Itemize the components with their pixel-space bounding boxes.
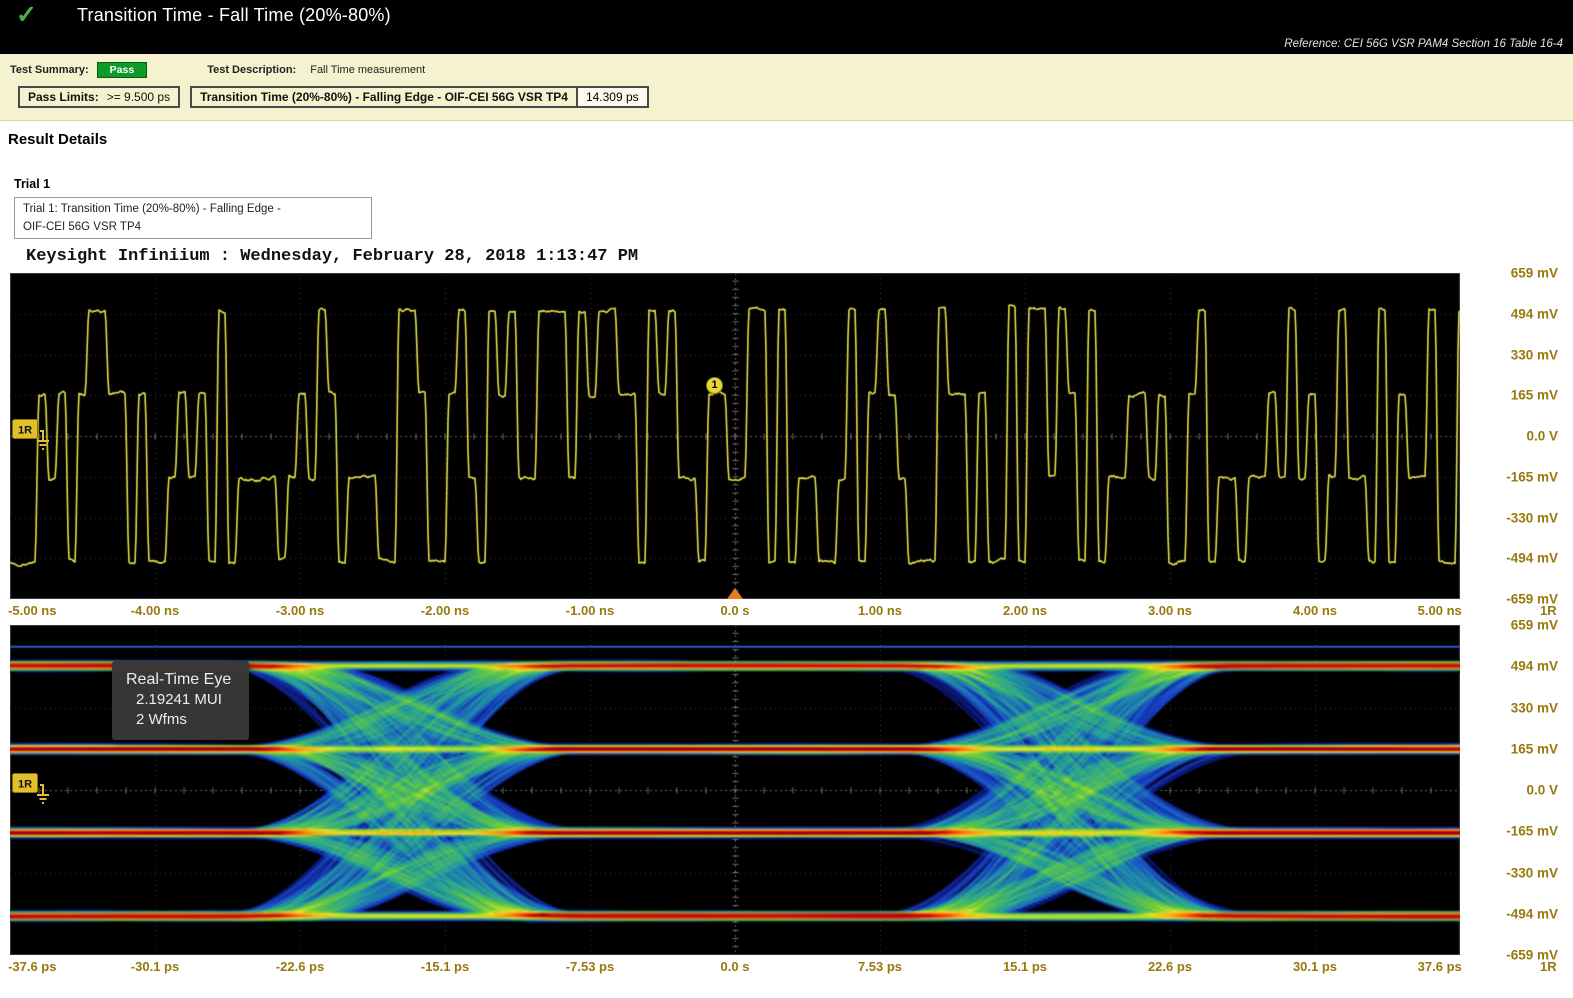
y-tick-label: 494 mV	[1511, 306, 1558, 321]
eye-y-axis: 659 mV494 mV330 mV165 mV0.0 V-165 mV-330…	[1460, 625, 1572, 955]
x-tick-label: 37.6 ps	[1418, 959, 1462, 974]
y-tick-label: 165 mV	[1511, 741, 1558, 756]
y-tick-label: -330 mV	[1506, 510, 1558, 525]
x-tick-label: 30.1 ps	[1293, 959, 1337, 974]
measurement-label: Transition Time (20%-80%) - Falling Edge…	[192, 88, 576, 106]
scope-screenshot-title: Keysight Infiniium : Wednesday, February…	[26, 247, 1573, 269]
eye-plot-area[interactable]: 1R Real-Time Eye 2.19241 MUI 2 Wfms	[10, 625, 1460, 955]
eye-tooltip-mui: 2.19241 MUI	[126, 690, 231, 710]
x-tick-label: 7.53 ps	[858, 959, 902, 974]
waveform-y-axis: 659 mV494 mV330 mV165 mV0.0 V-165 mV-330…	[1460, 273, 1572, 599]
summary-row-1: Test Summary: Pass Test Description: Fal…	[10, 62, 1563, 78]
x-tick-label: 4.00 ns	[1293, 603, 1337, 618]
pass-check-icon: ✓	[16, 0, 37, 30]
trigger-time-icon	[727, 588, 743, 599]
summary-row-2: Pass Limits: >= 9.500 ps Transition Time…	[18, 86, 1563, 108]
pass-limits-label: Pass Limits:	[28, 90, 99, 104]
x-tick-label: -7.53 ps	[566, 959, 614, 974]
ground-icon	[37, 785, 49, 803]
waveform-panel: 1R 1 659 mV494 mV330 mV165 mV0.0 V-165 m…	[10, 273, 1460, 625]
x-tick-label: 3.00 ns	[1148, 603, 1192, 618]
measurement-value: 14.309 ps	[576, 88, 647, 106]
reference-text: Reference: CEI 56G VSR PAM4 Section 16 T…	[1284, 38, 1563, 50]
x-tick-label: 2.00 ns	[1003, 603, 1047, 618]
trial-label-line2: OIF-CEI 56G VSR TP4	[23, 219, 361, 237]
pass-limits-box: Pass Limits: >= 9.500 ps	[18, 86, 180, 108]
measurement-box: Transition Time (20%-80%) - Falling Edge…	[190, 86, 649, 108]
x-tick-label: 22.6 ps	[1148, 959, 1192, 974]
waveform-canvas	[10, 273, 1460, 599]
waveform-plot-area[interactable]: 1R 1	[10, 273, 1460, 599]
waveform-marker-1: 1	[706, 377, 723, 394]
y-tick-label: -494 mV	[1506, 551, 1558, 566]
x-tick-label: -2.00 ns	[421, 603, 469, 618]
trial-label-box: Trial 1: Transition Time (20%-80%) - Fal…	[14, 197, 372, 239]
pass-limits-value: >= 9.500 ps	[107, 90, 170, 104]
y-tick-label: 0.0 V	[1526, 429, 1558, 444]
eye-tooltip-title: Real-Time Eye	[126, 669, 231, 690]
svg-text:1R: 1R	[18, 425, 32, 437]
header-bar: ✓ Transition Time - Fall Time (20%-80%) …	[0, 0, 1573, 54]
x-tick-label: -3.00 ns	[276, 603, 324, 618]
eye-x-axis-channel: 1R	[1540, 959, 1557, 974]
y-tick-label: 330 mV	[1511, 700, 1558, 715]
eye-tooltip-wfms: 2 Wfms	[126, 710, 231, 730]
eye-x-axis: 1R -37.6 ps-30.1 ps-22.6 ps-15.1 ps-7.53…	[10, 955, 1460, 981]
y-tick-label: 494 mV	[1511, 659, 1558, 674]
x-tick-label: -30.1 ps	[131, 959, 179, 974]
y-tick-label: 330 mV	[1511, 347, 1558, 362]
y-tick-label: -165 mV	[1506, 824, 1558, 839]
pass-badge: Pass	[97, 62, 148, 78]
x-tick-label: -5.00 ns	[8, 603, 56, 618]
page-title: Transition Time - Fall Time (20%-80%)	[77, 5, 391, 26]
x-tick-label: -15.1 ps	[421, 959, 469, 974]
x-tick-label: -4.00 ns	[131, 603, 179, 618]
test-summary-label: Test Summary:	[10, 64, 89, 76]
y-tick-label: -494 mV	[1506, 906, 1558, 921]
y-tick-label: -165 mV	[1506, 469, 1558, 484]
test-summary-band: Test Summary: Pass Test Description: Fal…	[0, 54, 1573, 121]
result-details-heading: Result Details	[8, 131, 1573, 151]
x-tick-label: -22.6 ps	[276, 959, 324, 974]
x-tick-label: -37.6 ps	[8, 959, 56, 974]
x-tick-label: 0.0 s	[721, 603, 750, 618]
waveform-x-axis-channel: 1R	[1540, 603, 1557, 618]
y-tick-label: 0.0 V	[1526, 783, 1558, 798]
y-tick-label: -330 mV	[1506, 865, 1558, 880]
y-tick-label: 165 mV	[1511, 388, 1558, 403]
eye-panel: 1R Real-Time Eye 2.19241 MUI 2 Wfms 659 …	[10, 625, 1460, 981]
eye-tooltip: Real-Time Eye 2.19241 MUI 2 Wfms	[112, 661, 249, 740]
trial-heading: Trial 1	[14, 177, 1573, 194]
ground-icon	[37, 431, 49, 449]
y-tick-label: 659 mV	[1511, 618, 1558, 633]
channel-1r-marker-icon: 1R	[12, 773, 50, 807]
waveform-x-axis: 1R -5.00 ns-4.00 ns-3.00 ns-2.00 ns-1.00…	[10, 599, 1460, 625]
x-tick-label: -1.00 ns	[566, 603, 614, 618]
test-description-value: Fall Time measurement	[310, 64, 425, 76]
trial-label-line1: Trial 1: Transition Time (20%-80%) - Fal…	[23, 201, 361, 219]
x-tick-label: 5.00 ns	[1418, 603, 1462, 618]
test-description-label: Test Description:	[207, 64, 296, 76]
x-tick-label: 0.0 s	[721, 959, 750, 974]
report-page: ✓ Transition Time - Fall Time (20%-80%) …	[0, 0, 1573, 998]
x-tick-label: 15.1 ps	[1003, 959, 1047, 974]
y-tick-label: 659 mV	[1511, 266, 1558, 281]
svg-text:1R: 1R	[18, 779, 32, 791]
x-tick-label: 1.00 ns	[858, 603, 902, 618]
channel-1r-marker-icon: 1R	[12, 419, 50, 453]
